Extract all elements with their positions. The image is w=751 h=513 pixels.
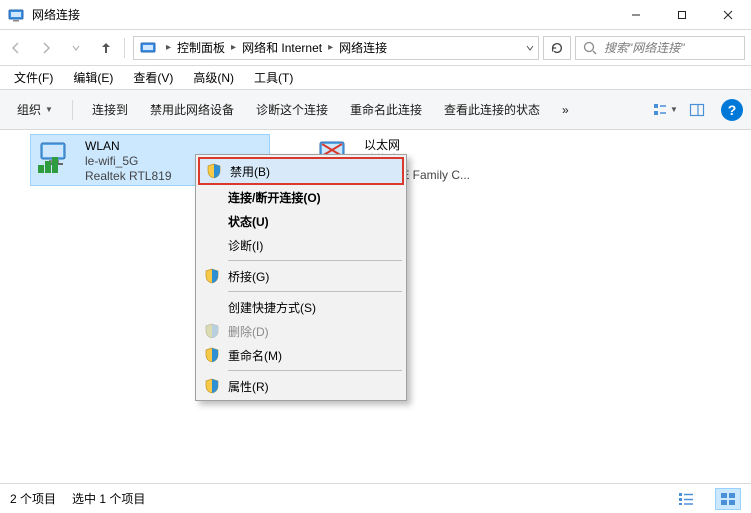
chevron-down-icon: ▼ [670, 105, 678, 114]
close-button[interactable] [705, 0, 751, 30]
disable-device-button[interactable]: 禁用此网络设备 [141, 96, 243, 123]
adapter-name: WLAN [85, 139, 172, 154]
menu-edit[interactable]: 编辑(E) [65, 67, 121, 88]
separator [124, 38, 125, 58]
shield-icon [204, 323, 220, 339]
preview-pane-button[interactable] [683, 98, 711, 122]
ctx-properties[interactable]: 属性(R) [198, 374, 404, 398]
chevron-down-icon: ▼ [45, 105, 53, 114]
ctx-bridge[interactable]: 桥接(G) [198, 264, 404, 288]
recent-dropdown[interactable] [62, 34, 90, 62]
command-bar: 组织 ▼ 连接到 禁用此网络设备 诊断这个连接 重命名此连接 查看此连接的状态 »… [0, 90, 751, 130]
ctx-status[interactable]: 状态(U) [198, 209, 404, 233]
menu-file[interactable]: 文件(F) [6, 67, 61, 88]
breadcrumb-control-panel[interactable]: 控制面板 [175, 37, 227, 59]
ctx-disable-label: 禁用(B) [230, 163, 270, 180]
status-bar: 2 个项目 选中 1 个项目 [0, 483, 751, 513]
refresh-button[interactable] [543, 36, 571, 60]
view-status-label: 查看此连接的状态 [444, 101, 540, 118]
view-status-button[interactable]: 查看此连接的状态 [435, 96, 549, 123]
title-bar: 网络连接 [0, 0, 751, 30]
adapter-icon [37, 139, 77, 175]
ctx-diagnose-label: 诊断(I) [228, 237, 263, 254]
selected-count: 选中 1 个项目 [72, 490, 145, 507]
breadcrumb-network-connections[interactable]: 网络连接 [337, 37, 389, 59]
ctx-connect-label: 连接/断开连接(O) [228, 189, 321, 206]
forward-button[interactable] [32, 34, 60, 62]
ctx-rename[interactable]: 重命名(M) [198, 343, 404, 367]
chevron-right-overflow-icon: » [562, 103, 569, 117]
ctx-rename-label: 重命名(M) [228, 347, 282, 364]
details-view-button[interactable] [673, 488, 699, 510]
app-icon [8, 7, 24, 23]
context-menu: 禁用(B) 连接/断开连接(O) 状态(U) 诊断(I) 桥接(G) 创建快捷方… [195, 154, 407, 401]
ctx-separator [228, 260, 402, 261]
search-placeholder: 搜索"网络连接" [604, 39, 685, 56]
connect-to-button[interactable]: 连接到 [83, 96, 137, 123]
menu-bar: 文件(F) 编辑(E) 查看(V) 高级(N) 工具(T) [0, 66, 751, 90]
item-count: 2 个项目 [10, 490, 56, 507]
rename-label: 重命名此连接 [350, 101, 422, 118]
adapter-device: Realtek RTL819 [85, 169, 172, 184]
ctx-connect[interactable]: 连接/断开连接(O) [198, 185, 404, 209]
shield-icon [204, 347, 220, 363]
overflow-button[interactable]: » [553, 98, 578, 122]
ctx-shortcut-label: 创建快捷方式(S) [228, 299, 316, 316]
ctx-delete-label: 删除(D) [228, 323, 269, 340]
rename-button[interactable]: 重命名此连接 [341, 96, 431, 123]
menu-advanced[interactable]: 高级(N) [185, 67, 242, 88]
ctx-separator [228, 291, 402, 292]
nav-bar: ▸ 控制面板 ▸ 网络和 Internet ▸ 网络连接 搜索"网络连接" [0, 30, 751, 66]
help-button[interactable]: ? [721, 99, 743, 121]
ctx-status-label: 状态(U) [228, 213, 269, 230]
maximize-button[interactable] [659, 0, 705, 30]
ctx-delete: 删除(D) [198, 319, 404, 343]
diagnose-label: 诊断这个连接 [256, 101, 328, 118]
breadcrumb-network-internet[interactable]: 网络和 Internet [240, 37, 324, 59]
organize-button[interactable]: 组织 ▼ [8, 96, 62, 123]
location-icon [140, 40, 156, 56]
adapter-name: 以太网 [364, 138, 470, 153]
ctx-disable[interactable]: 禁用(B) [198, 157, 404, 185]
ctx-bridge-label: 桥接(G) [228, 268, 269, 285]
ctx-shortcut[interactable]: 创建快捷方式(S) [198, 295, 404, 319]
organize-label: 组织 [17, 101, 41, 118]
up-button[interactable] [92, 34, 120, 62]
menu-tools[interactable]: 工具(T) [246, 67, 301, 88]
shield-icon [204, 268, 220, 284]
adapter-texts: WLAN le-wifi_5G Realtek RTL819 [85, 139, 172, 184]
tiles-view-button[interactable] [715, 488, 741, 510]
address-bar[interactable]: ▸ 控制面板 ▸ 网络和 Internet ▸ 网络连接 [133, 36, 539, 60]
chevron-right-icon[interactable]: ▸ [324, 37, 337, 59]
search-box[interactable]: 搜索"网络连接" [575, 36, 745, 60]
chevron-right-icon[interactable]: ▸ [162, 37, 175, 59]
change-view-button[interactable]: ▼ [651, 98, 679, 122]
adapter-status: le-wifi_5G [85, 154, 172, 169]
menu-view[interactable]: 查看(V) [125, 67, 181, 88]
ctx-diagnose[interactable]: 诊断(I) [198, 233, 404, 257]
shield-icon [206, 163, 222, 179]
window-title: 网络连接 [32, 6, 80, 23]
disable-device-label: 禁用此网络设备 [150, 101, 234, 118]
address-dropdown[interactable] [520, 37, 538, 59]
search-icon [582, 40, 598, 56]
chevron-right-icon[interactable]: ▸ [227, 37, 240, 59]
connect-to-label: 连接到 [92, 101, 128, 118]
content-area[interactable]: WLAN le-wifi_5G Realtek RTL819 以太网 被拔出 P… [0, 130, 751, 483]
back-button[interactable] [2, 34, 30, 62]
ctx-properties-label: 属性(R) [228, 378, 269, 395]
separator [72, 100, 73, 120]
minimize-button[interactable] [613, 0, 659, 30]
diagnose-button[interactable]: 诊断这个连接 [247, 96, 337, 123]
shield-icon [204, 378, 220, 394]
ctx-separator [228, 370, 402, 371]
